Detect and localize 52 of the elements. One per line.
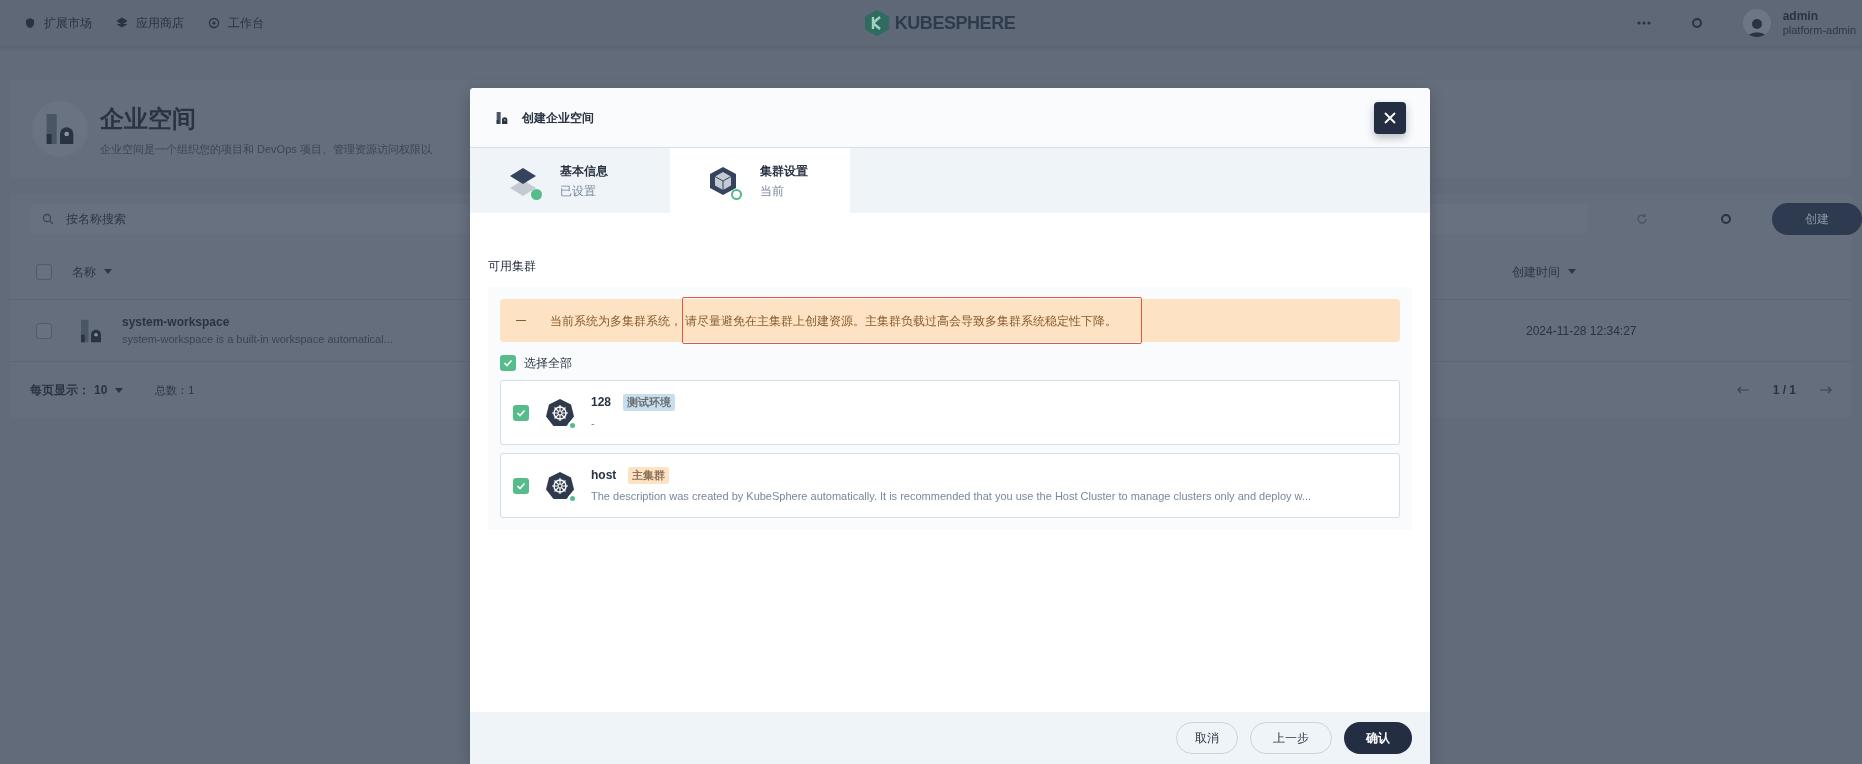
building-icon: [494, 109, 510, 126]
dialog-title: 创建企业空间: [522, 109, 594, 127]
create-button[interactable]: 创建: [1772, 203, 1862, 235]
cluster-card[interactable]: 128 测试环境 -: [500, 380, 1400, 445]
shield-icon: [24, 17, 36, 29]
layers-icon: [116, 17, 128, 29]
cluster-card[interactable]: host 主集群 The description was created by KubeSphere automatically. It is recommended that you use the Host Cluster to manage clusters only and deploy w...: [500, 453, 1400, 518]
more-icon[interactable]: [1636, 21, 1651, 25]
caret-icon: [104, 269, 112, 274]
cluster-description: -: [591, 416, 596, 432]
caret-icon: [1568, 269, 1576, 274]
cluster-name: 128: [591, 394, 612, 412]
created-time: 2024-11-28 12:34:27: [1526, 322, 1637, 340]
check-icon: [516, 480, 526, 491]
previous-page-icon[interactable]: [1736, 386, 1749, 394]
step-title: 基本信息: [560, 162, 608, 180]
cluster-checkbox[interactable]: [513, 404, 529, 421]
check-icon: [503, 358, 513, 368]
page-title: 企业空间: [100, 103, 197, 134]
dash-icon: [516, 319, 526, 322]
cluster-name: host: [591, 467, 617, 485]
section-label: 可用集群: [488, 259, 536, 273]
cluster-tag: 主集群: [628, 467, 670, 484]
per-page-label: 每页显示：: [30, 382, 90, 399]
cluster-helm-icon: [545, 470, 575, 501]
highlighted-warning-text: 请尽量避免在主集群上创建资源。主集群负载过高会导致多集群系统稳定性下降。: [682, 297, 1142, 344]
circle-icon: [208, 17, 220, 29]
warning-text: 当前系统为多集群系统，: [550, 312, 682, 330]
cluster-helm-icon: [545, 397, 575, 428]
close-button[interactable]: [1374, 101, 1406, 134]
cluster-tag: 测试环境: [623, 394, 676, 411]
settings-icon[interactable]: [1720, 213, 1732, 225]
search-icon: [42, 213, 54, 225]
next-page-icon[interactable]: [1820, 386, 1832, 394]
avatar[interactable]: [1742, 9, 1771, 37]
step-status: 已设置: [560, 182, 597, 200]
per-page-select[interactable]: 10: [94, 381, 108, 399]
check-icon: [516, 407, 526, 418]
step-tab[interactable]: 基本信息 已设置: [470, 148, 670, 213]
settings-icon[interactable]: [1690, 17, 1703, 29]
step-status: 当前: [760, 182, 785, 200]
refresh-icon[interactable]: [1636, 213, 1648, 225]
page-indicator: 1 / 1: [1772, 382, 1796, 399]
logo-icon: [864, 10, 889, 36]
confirm-button[interactable]: 确认: [1344, 722, 1412, 754]
caret-icon: [115, 387, 124, 393]
select-all-checkbox[interactable]: [500, 355, 516, 371]
cluster-description: The description was created by KubeSphere automatically. It is recommended that you use the Host Cluster to manage clusters only and deploy w...: [591, 489, 1313, 505]
step-title: 集群设置: [760, 162, 808, 180]
close-icon: [1383, 110, 1397, 125]
step-tab[interactable]: 集群设置 当前: [670, 148, 850, 213]
cluster-checkbox[interactable]: [513, 477, 529, 494]
